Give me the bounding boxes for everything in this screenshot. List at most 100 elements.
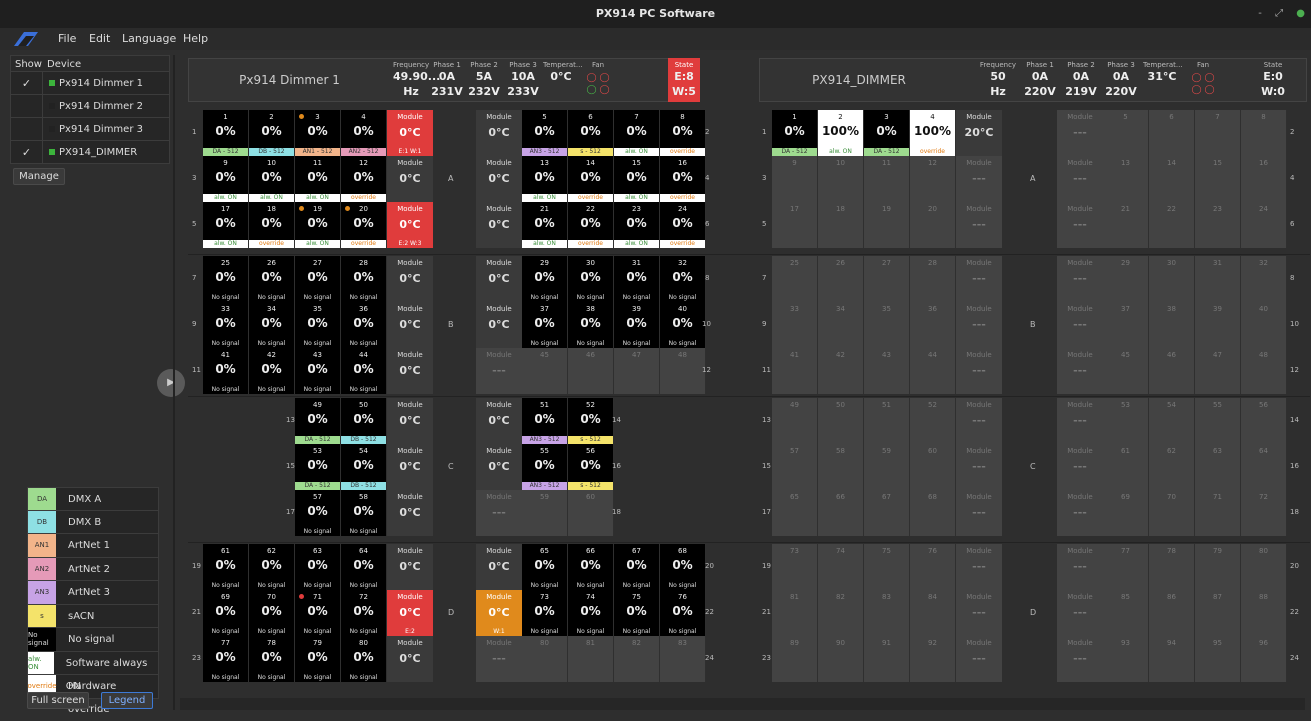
channel-cell[interactable]: 40 0% No signal (660, 302, 706, 348)
module-cell[interactable]: Module --- (1057, 590, 1103, 636)
channel-cell[interactable]: 38 0% No signal (568, 302, 614, 348)
channel-cell[interactable]: 61 0% No signal (203, 544, 249, 590)
channel-cell[interactable]: 96 (1241, 636, 1287, 682)
channel-cell[interactable]: 37 0% No signal (522, 302, 568, 348)
channel-cell[interactable]: 29 (1103, 256, 1149, 302)
channel-cell[interactable]: 51 0% AN3 - 512 (522, 398, 568, 444)
module-cell[interactable]: Module 0°C (387, 348, 433, 394)
channel-cell[interactable]: 10 0% alw. ON (249, 156, 295, 202)
module-cell[interactable]: Module 0°C (476, 398, 522, 444)
channel-cell[interactable]: 77 0% No signal (203, 636, 249, 682)
module-cell[interactable]: Module --- (476, 636, 522, 682)
module-cell[interactable]: Module 0°C E:2 W:3 (387, 202, 433, 248)
channel-cell[interactable]: 12 (910, 156, 956, 202)
channel-cell[interactable]: 95 (1195, 636, 1241, 682)
module-cell[interactable]: Module --- (1057, 110, 1103, 156)
channel-cell[interactable]: 41 (772, 348, 818, 394)
channel-cell[interactable]: 65 0% No signal (522, 544, 568, 590)
channel-cell[interactable]: 71 0% No signal (295, 590, 341, 636)
channel-cell[interactable]: 77 (1103, 544, 1149, 590)
channel-cell[interactable]: 6 (1149, 110, 1195, 156)
channel-cell[interactable]: 5 0% AN3 - 512 (522, 110, 568, 156)
channel-cell[interactable]: 34 0% No signal (249, 302, 295, 348)
channel-cell[interactable]: 29 0% No signal (522, 256, 568, 302)
module-cell[interactable]: Module 0°C (476, 544, 522, 590)
channel-cell[interactable]: 56 (1241, 398, 1287, 444)
channel-cell[interactable]: 79 0% No signal (295, 636, 341, 682)
channel-cell[interactable]: 49 0% DA - 512 (295, 398, 341, 444)
module-cell[interactable]: Module 0°C (387, 156, 433, 202)
channel-cell[interactable]: 11 0% alw. ON (295, 156, 341, 202)
module-cell[interactable]: Module --- (1057, 156, 1103, 202)
channel-cell[interactable]: 78 0% No signal (249, 636, 295, 682)
channel-cell[interactable]: 32 0% No signal (660, 256, 706, 302)
channel-cell[interactable]: 51 (864, 398, 910, 444)
channel-cell[interactable]: 56 0% s - 512 (568, 444, 614, 490)
channel-cell[interactable]: 65 (772, 490, 818, 536)
channel-cell[interactable]: 5 (1103, 110, 1149, 156)
channel-cell[interactable]: 2 100% alw. ON (818, 110, 864, 156)
channel-cell[interactable]: 16 (1241, 156, 1287, 202)
channel-cell[interactable]: 23 (1195, 202, 1241, 248)
module-cell[interactable]: Module 0°C (387, 636, 433, 682)
channel-cell[interactable]: 25 0% No signal (203, 256, 249, 302)
channel-cell[interactable]: 52 0% s - 512 (568, 398, 614, 444)
channel-cell[interactable]: 12 0% override (341, 156, 387, 202)
channel-cell[interactable]: 57 0% No signal (295, 490, 341, 536)
channel-cell[interactable]: 47 (1195, 348, 1241, 394)
device-row[interactable]: Px914 Dimmer 3 (10, 118, 170, 141)
channel-cell[interactable]: 48 (1241, 348, 1287, 394)
module-cell[interactable]: Module --- (1057, 302, 1103, 348)
channel-cell[interactable]: 50 0% DB - 512 (341, 398, 387, 444)
channel-cell[interactable]: 92 (910, 636, 956, 682)
channel-cell[interactable]: 74 (818, 544, 864, 590)
module-cell[interactable]: Module 0°C (476, 156, 522, 202)
module-cell[interactable]: Module 0°C (387, 544, 433, 590)
channel-cell[interactable]: 44 (910, 348, 956, 394)
channel-cell[interactable]: 41 0% No signal (203, 348, 249, 394)
channel-cell[interactable]: 69 (1103, 490, 1149, 536)
module-cell[interactable]: Module --- (476, 490, 522, 536)
channel-cell[interactable]: 58 0% No signal (341, 490, 387, 536)
channel-cell[interactable]: 10 (818, 156, 864, 202)
channel-cell[interactable]: 43 0% No signal (295, 348, 341, 394)
channel-cell[interactable]: 67 0% No signal (614, 544, 660, 590)
maximize-button[interactable]: ⤢ (1275, 8, 1283, 19)
channel-cell[interactable]: 39 (1195, 302, 1241, 348)
channel-cell[interactable]: 73 (772, 544, 818, 590)
module-cell[interactable]: Module --- (956, 256, 1002, 302)
module-cell[interactable]: Module --- (956, 398, 1002, 444)
channel-cell[interactable]: 76 0% No signal (660, 590, 706, 636)
channel-cell[interactable]: 20 (910, 202, 956, 248)
menu-edit[interactable]: Edit (89, 28, 110, 50)
channel-cell[interactable]: 86 (1149, 590, 1195, 636)
channel-cell[interactable]: 48 (660, 348, 706, 394)
channel-cell[interactable]: 81 (568, 636, 614, 682)
channel-cell[interactable]: 44 0% No signal (341, 348, 387, 394)
channel-cell[interactable]: 71 (1195, 490, 1241, 536)
channel-cell[interactable]: 18 (818, 202, 864, 248)
channel-cell[interactable]: 79 (1195, 544, 1241, 590)
channel-cell[interactable]: 52 (910, 398, 956, 444)
channel-cell[interactable]: 70 0% No signal (249, 590, 295, 636)
channel-cell[interactable]: 53 (1103, 398, 1149, 444)
channel-cell[interactable]: 55 (1195, 398, 1241, 444)
expand-sidebar-button[interactable]: ▶ (157, 369, 185, 397)
channel-cell[interactable]: 69 0% No signal (203, 590, 249, 636)
channel-cell[interactable]: 28 (910, 256, 956, 302)
module-cell[interactable]: Module --- (1057, 348, 1103, 394)
channel-cell[interactable]: 37 (1103, 302, 1149, 348)
channel-cell[interactable]: 75 0% No signal (614, 590, 660, 636)
channel-cell[interactable]: 7 0% alw. ON (614, 110, 660, 156)
channel-cell[interactable]: 53 0% DA - 512 (295, 444, 341, 490)
channel-cell[interactable]: 42 (818, 348, 864, 394)
module-cell[interactable]: Module 0°C (387, 398, 433, 444)
module-cell[interactable]: Module --- (956, 444, 1002, 490)
channel-cell[interactable]: 90 (818, 636, 864, 682)
channel-cell[interactable]: 32 (1241, 256, 1287, 302)
device-row[interactable]: Px914 Dimmer 2 (10, 95, 170, 118)
channel-cell[interactable]: 31 0% No signal (614, 256, 660, 302)
channel-cell[interactable]: 94 (1149, 636, 1195, 682)
channel-cell[interactable]: 17 0% alw. ON (203, 202, 249, 248)
channel-cell[interactable]: 50 (818, 398, 864, 444)
